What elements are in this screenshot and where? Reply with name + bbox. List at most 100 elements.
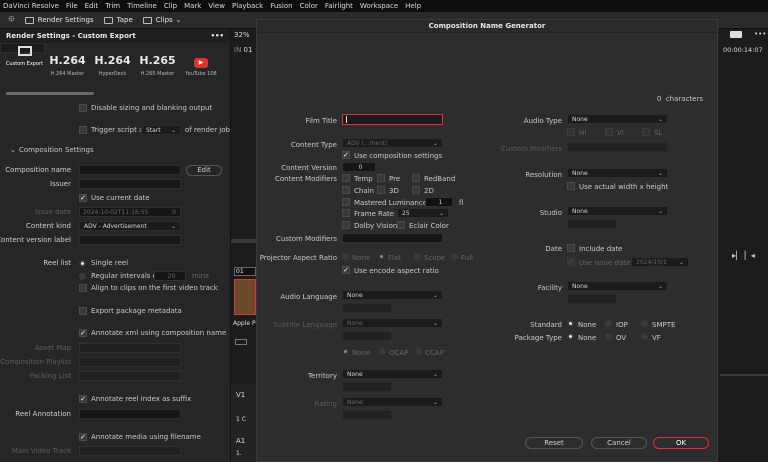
annotate-reel-checkbox[interactable]: ✓	[79, 395, 87, 403]
timeline-tab[interactable]: 01	[234, 267, 256, 276]
luminance-field[interactable]: 1	[425, 197, 453, 207]
cancel-button[interactable]: Cancel	[591, 437, 647, 449]
package-ov-radio[interactable]	[605, 333, 612, 340]
include-date-checkbox[interactable]	[567, 244, 575, 252]
eclair-color-checkbox[interactable]	[397, 221, 405, 229]
use-actual-size-checkbox[interactable]	[567, 182, 575, 190]
standard-none-radio[interactable]	[567, 320, 574, 327]
menu-item-mark[interactable]: Mark	[184, 2, 201, 10]
use-current-date-checkbox[interactable]: ✓	[79, 194, 87, 202]
mastered-luminance-checkbox[interactable]	[342, 198, 350, 206]
clip-thumbnail[interactable]	[234, 279, 256, 315]
menu-item-trim[interactable]: Trim	[105, 2, 120, 10]
menu-item-view[interactable]: View	[208, 2, 225, 10]
audio-type-select[interactable]: None ⌄	[567, 114, 668, 124]
clips-button[interactable]: Clips ⌄	[142, 16, 182, 24]
preset-h265-master[interactable]: H.265 H.265 Master	[135, 43, 180, 87]
audio-language-select[interactable]: None ⌄	[342, 290, 443, 300]
preset-youtube[interactable]: ▶ YouTube 108	[180, 43, 222, 87]
audio-custom-modifiers-field	[567, 142, 668, 152]
menu-item-edit[interactable]: Edit	[85, 2, 99, 10]
frame-rate-select[interactable]: 25 ⌄	[397, 208, 449, 218]
custom-modifiers-field[interactable]	[342, 233, 443, 243]
package-none-radio[interactable]	[567, 333, 574, 340]
reel-annotation-field[interactable]	[79, 409, 181, 419]
next-frame-icon[interactable]: ▸▏ ▏◂	[732, 251, 755, 260]
content-version-field[interactable]: 0	[342, 162, 376, 172]
monitor-icon[interactable]: ⯐	[8, 12, 15, 28]
menu-item-file[interactable]: File	[66, 2, 78, 10]
3d-checkbox[interactable]	[377, 186, 385, 194]
content-kind-select[interactable]: ADV - Advertisement ⌄	[79, 221, 181, 231]
2d-checkbox[interactable]	[412, 186, 420, 194]
content-kind-row: Content kind ADV - Advertisement ⌄	[0, 220, 230, 232]
standard-iop-radio[interactable]	[605, 320, 612, 327]
facility-select[interactable]: None ⌄	[567, 281, 668, 291]
single-reel-radio[interactable]	[79, 259, 86, 267]
use-composition-settings-checkbox[interactable]: ✓	[342, 151, 350, 159]
regular-intervals-radio[interactable]	[79, 272, 86, 280]
issuer-field[interactable]	[79, 179, 181, 189]
more-icon[interactable]: •••	[754, 30, 766, 38]
more-icon[interactable]: •••	[211, 32, 224, 40]
render-settings-panel: Render Settings - Custom Export ••• Cust…	[0, 29, 231, 462]
content-type-select: ADV (...ment) ⌄	[342, 138, 443, 148]
annotate-media-checkbox[interactable]: ✓	[79, 433, 87, 441]
tape-button[interactable]: Tape	[103, 16, 133, 24]
annotate-media-row: ✓ Annotate media using filename	[79, 433, 201, 441]
studio-select[interactable]: None ⌄	[567, 206, 668, 216]
menu-item-color[interactable]: Color	[300, 2, 318, 10]
composition-name-generator-dialog: Composition Name Generator 0 characters …	[256, 19, 718, 462]
aspect-none-radio	[342, 253, 349, 260]
reset-button[interactable]: Reset	[525, 437, 583, 449]
content-version-label-field[interactable]	[79, 235, 181, 245]
chevron-down-icon: ⌄	[657, 115, 663, 123]
menu-item-fusion[interactable]: Fusion	[270, 2, 292, 10]
preset-scrollbar[interactable]	[6, 92, 94, 95]
menu-item-davinci-resolve[interactable]: DaVinci Resolve	[3, 2, 59, 10]
annotate-xml-checkbox[interactable]: ✓	[79, 329, 87, 337]
trigger-select[interactable]: Start ⌄	[141, 125, 181, 135]
monitor-icon[interactable]	[730, 31, 742, 38]
comp-name-field[interactable]	[79, 165, 181, 175]
chevron-down-icon: ⌄	[657, 169, 663, 177]
asset-map-field	[79, 343, 181, 353]
film-title-input[interactable]	[342, 114, 443, 125]
menu-item-timeline[interactable]: Timeline	[127, 2, 157, 10]
menu-item-clip[interactable]: Clip	[164, 2, 177, 10]
issue-date-row: Issue date 2024-10-02T11:16:55 0	[0, 206, 230, 218]
align-clips-checkbox[interactable]	[79, 284, 87, 292]
ok-button[interactable]: OK	[653, 437, 709, 449]
standard-smpte-radio[interactable]	[641, 320, 648, 327]
composition-settings-header[interactable]: ⌄ Composition Settings	[0, 144, 230, 156]
disable-sizing-checkbox[interactable]	[79, 104, 87, 112]
dolby-vision-checkbox[interactable]	[342, 221, 350, 229]
menu-item-fairlight[interactable]: Fairlight	[325, 2, 353, 10]
preset-h264-master[interactable]: H.264 H.264 Master	[45, 43, 90, 87]
menu-item-help[interactable]: Help	[405, 2, 421, 10]
menu-item-workspace[interactable]: Workspace	[360, 2, 398, 10]
viewer-strip: 32% IN 01 01 Apple P V1 1 C A1 1.	[231, 29, 258, 462]
trigger-script-row: Trigger script at Start ⌄ of render job	[0, 124, 230, 136]
trigger-script-checkbox[interactable]	[79, 126, 87, 134]
export-package-checkbox[interactable]	[79, 307, 87, 315]
redband-checkbox[interactable]	[412, 174, 420, 182]
resolution-select[interactable]: None ⌄	[567, 168, 668, 178]
main-video-track-field	[79, 446, 181, 456]
date-select: 2024/10/1 ⌄	[631, 257, 689, 267]
temp-checkbox[interactable]	[342, 174, 350, 182]
render-settings-button[interactable]: Render Settings	[24, 16, 94, 24]
frame-rate-checkbox[interactable]	[342, 209, 350, 217]
menu-item-playback[interactable]: Playback	[232, 2, 263, 10]
preset-hyperdeck[interactable]: H.264 HyperDeck	[90, 43, 135, 87]
chevron-down-icon: ⌄	[678, 258, 684, 266]
chain-checkbox[interactable]	[342, 186, 350, 194]
pre-checkbox[interactable]	[377, 174, 385, 182]
use-encode-aspect-checkbox[interactable]: ✓	[342, 266, 350, 274]
subtitle-language-select: None ⌄	[342, 318, 443, 328]
preset-custom-export[interactable]: Custom Export	[0, 43, 45, 67]
edit-button[interactable]: Edit	[186, 164, 222, 176]
package-vf-radio[interactable]	[641, 333, 648, 340]
territory-select[interactable]: None ⌄	[342, 369, 443, 379]
interval-field: 20	[154, 271, 186, 281]
